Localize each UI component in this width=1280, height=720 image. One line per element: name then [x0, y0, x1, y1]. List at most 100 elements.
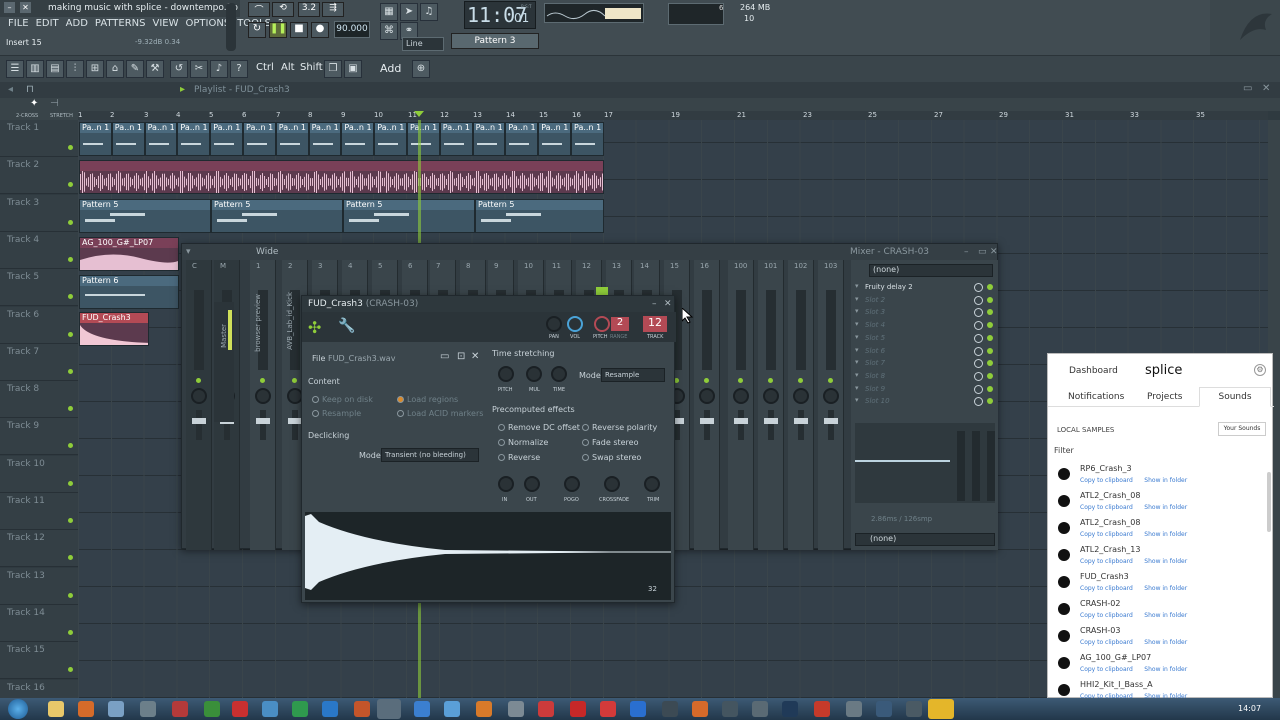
app-icon[interactable]	[662, 701, 678, 717]
show-folder-link[interactable]: Show in folder	[1144, 585, 1187, 592]
track-header[interactable]: Track 5	[0, 269, 78, 307]
track-header[interactable]: Track 3	[0, 194, 78, 232]
track1-pattern-clip[interactable]: Pa..n 1	[308, 122, 342, 156]
dropdown-arrow-icon[interactable]: ▾	[186, 244, 191, 260]
splice-scrollbar[interactable]	[1267, 472, 1271, 532]
app-icon[interactable]	[814, 701, 830, 717]
mixer-strip[interactable]: 103	[818, 260, 844, 550]
scroll-right-icon[interactable]: ⊣	[50, 98, 59, 109]
track-header[interactable]: Track 1	[0, 120, 78, 157]
track1-pattern-clip[interactable]: Pa..n 1	[79, 122, 112, 156]
track1-pattern-clip[interactable]: Pa..n 1	[374, 122, 407, 156]
menu-file[interactable]: FILE	[8, 18, 29, 29]
track-header[interactable]: Track 13	[0, 567, 78, 605]
copy-link[interactable]: Copy to clipboard	[1080, 477, 1133, 484]
app-icon[interactable]	[172, 701, 188, 717]
start-button[interactable]	[8, 699, 28, 719]
channel-pan-knob[interactable]	[823, 388, 839, 404]
sample-row[interactable]: FUD_Crash3 Copy to clipboard Show in fol…	[1058, 572, 1258, 599]
slot-enable-led[interactable]	[987, 284, 993, 290]
mixer-view-mode[interactable]: Wide	[256, 244, 278, 260]
pause-button[interactable]: ❚❚	[269, 22, 287, 38]
fader-handle[interactable]	[824, 418, 838, 424]
channel-active-led[interactable]	[704, 378, 709, 383]
app-icon[interactable]	[140, 701, 156, 717]
pattern-selector[interactable]: Pattern 3	[451, 33, 539, 49]
app-icon[interactable]	[292, 701, 308, 717]
mic-icon[interactable]: ♪	[210, 60, 228, 78]
menu-view[interactable]: VIEW	[153, 18, 179, 29]
play-icon[interactable]	[1058, 603, 1070, 615]
tab-sounds[interactable]: Sounds	[1199, 387, 1271, 407]
slot-arrow-icon[interactable]: ▾	[855, 295, 859, 303]
track-mute-led[interactable]	[68, 480, 73, 486]
track2-audio-clip[interactable]	[79, 160, 604, 194]
track-mute-led[interactable]	[68, 368, 73, 374]
sampler-close-icon[interactable]: ✕	[664, 296, 672, 312]
app-icon[interactable]	[262, 701, 278, 717]
play-icon[interactable]	[1058, 576, 1070, 588]
project-icon[interactable]: ✎	[126, 60, 144, 78]
channel-fader[interactable]	[196, 410, 202, 440]
channel-active-led[interactable]	[828, 378, 833, 383]
resample-option[interactable]: Resample	[312, 409, 361, 418]
fade-stereo-option[interactable]: Fade stereo	[582, 438, 638, 447]
track-mute-led[interactable]	[68, 219, 73, 225]
magnet-icon[interactable]: ⊓	[26, 84, 34, 95]
arrow-right-icon[interactable]: ➤	[400, 3, 418, 21]
slot-arrow-icon[interactable]: ▾	[855, 371, 859, 379]
fl-studio-task[interactable]	[377, 699, 401, 719]
copy-link[interactable]: Copy to clipboard	[1080, 612, 1133, 619]
slot-arrow-icon[interactable]: ▾	[855, 282, 859, 290]
track-mute-led[interactable]	[68, 182, 73, 188]
slot-mix-knob[interactable]	[974, 333, 983, 343]
pogo-knob[interactable]	[564, 476, 580, 492]
app-icon[interactable]	[722, 701, 738, 717]
app-icon[interactable]	[630, 701, 646, 717]
fader-handle[interactable]	[700, 418, 714, 424]
sample-row[interactable]: RP6_Crash_3 Copy to clipboard Show in fo…	[1058, 464, 1258, 491]
arrow-tool-icon[interactable]: ✦	[30, 98, 38, 109]
slot-arrow-icon[interactable]: ▾	[855, 307, 859, 315]
tempo-display[interactable]: 90.000	[334, 21, 370, 38]
show-folder-link[interactable]: Show in folder	[1144, 477, 1187, 484]
fader-handle[interactable]	[256, 418, 270, 424]
fx-slot[interactable]: ▾ Slot 5	[851, 333, 998, 345]
folder-icon[interactable]: ▭	[440, 351, 449, 362]
track-header[interactable]: Track 11	[0, 493, 78, 530]
mixer-strip[interactable]: 102	[788, 260, 814, 550]
alt-button[interactable]: Alt	[281, 62, 295, 73]
track-header[interactable]: Track 2	[0, 157, 78, 195]
track-header[interactable]: Track 12	[0, 530, 78, 568]
undo-icon[interactable]: ↺	[170, 60, 188, 78]
track-mute-led[interactable]	[68, 145, 73, 150]
slot-enable-led[interactable]	[987, 372, 993, 379]
slot-enable-led[interactable]	[987, 334, 993, 341]
app-icon[interactable]	[354, 701, 370, 717]
track-mute-led[interactable]	[68, 256, 73, 262]
pattern6-clip[interactable]: Pattern 6	[79, 275, 179, 309]
step-edit-icon[interactable]: ⇶	[322, 2, 344, 17]
settings-icon[interactable]: ⚙	[1254, 364, 1266, 376]
channel-active-led[interactable]	[738, 378, 743, 383]
slot-mix-knob[interactable]	[974, 283, 983, 292]
explorer-icon[interactable]	[48, 701, 64, 717]
track-value[interactable]: 12	[643, 316, 667, 332]
track1-pattern-clip[interactable]: Pa..n 1	[571, 122, 604, 156]
pattern-song-toggle[interactable]: ⌒	[248, 2, 270, 17]
channel-fader[interactable]	[768, 410, 774, 440]
trim-knob[interactable]	[644, 476, 660, 492]
track-header[interactable]: Track 10	[0, 455, 78, 493]
app-icon[interactable]	[692, 701, 708, 717]
wrench-icon[interactable]: ⚒	[146, 60, 164, 78]
menu-patterns[interactable]: PATTERNS	[95, 18, 146, 29]
out-knob[interactable]	[524, 476, 540, 492]
track1-pattern-clip[interactable]: Pa..n 1	[505, 122, 539, 156]
shift-button[interactable]: Shift	[300, 62, 323, 73]
channel-pan-knob[interactable]	[191, 388, 207, 404]
ts-mul-knob[interactable]	[526, 366, 542, 382]
pattern5-clip-1[interactable]: Pattern 5	[79, 199, 211, 233]
loop-record-icon[interactable]: ⟲	[272, 2, 294, 17]
app-icon[interactable]	[476, 701, 492, 717]
channel-pan-knob[interactable]	[793, 388, 809, 404]
